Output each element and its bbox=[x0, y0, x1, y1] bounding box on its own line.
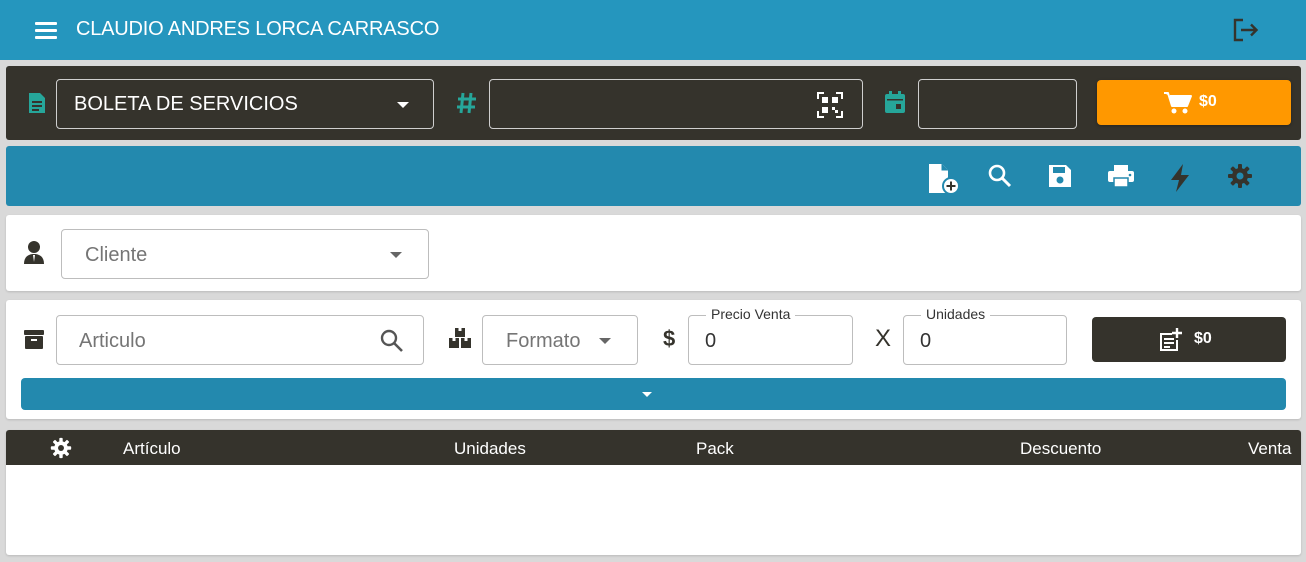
new-document-button[interactable] bbox=[922, 160, 960, 195]
search-button[interactable] bbox=[983, 160, 1019, 194]
chevron-down-icon bbox=[599, 338, 611, 344]
units-label: Unidades bbox=[921, 306, 991, 322]
save-button[interactable] bbox=[1043, 160, 1079, 194]
items-table: Artículo Unidades Pack Descuento Venta bbox=[6, 430, 1301, 555]
document-type-value: BOLETA DE SERVICIOS bbox=[74, 93, 298, 115]
sale-price-field[interactable]: Precio Venta bbox=[688, 306, 853, 365]
hash-icon bbox=[456, 91, 478, 120]
client-placeholder: Cliente bbox=[85, 244, 148, 266]
chevron-down-icon bbox=[642, 392, 652, 397]
app-bar: CLAUDIO ANDRES LORCA CARRASCO bbox=[0, 0, 1306, 60]
document-icon bbox=[27, 91, 47, 120]
cart-total-button[interactable]: $0 bbox=[1097, 80, 1291, 125]
settings-icon bbox=[1228, 164, 1252, 188]
add-item-button[interactable]: $0 bbox=[1092, 317, 1286, 362]
format-placeholder: Formato bbox=[506, 330, 581, 352]
calendar-icon bbox=[884, 90, 906, 119]
boxes-icon bbox=[448, 327, 472, 354]
document-type-select[interactable]: BOLETA DE SERVICIOS bbox=[56, 79, 434, 129]
date-field[interactable] bbox=[918, 79, 1077, 129]
action-toolbar bbox=[6, 146, 1301, 206]
document-header-bar: BOLETA DE SERVICIOS $0 bbox=[6, 66, 1301, 140]
column-header-unidades[interactable]: Unidades bbox=[454, 439, 526, 459]
column-header-articulo[interactable]: Artículo bbox=[123, 439, 181, 459]
quick-action-button[interactable] bbox=[1163, 160, 1199, 194]
date-input[interactable] bbox=[931, 92, 1061, 116]
currency-symbol: $ bbox=[663, 326, 676, 351]
table-body bbox=[6, 465, 1301, 555]
client-person-icon bbox=[23, 240, 45, 269]
cart-icon bbox=[1164, 92, 1192, 114]
article-input[interactable] bbox=[79, 328, 369, 354]
add-note-icon bbox=[1160, 328, 1182, 351]
print-icon bbox=[1108, 165, 1134, 188]
column-header-pack[interactable]: Pack bbox=[696, 439, 734, 459]
sale-price-label: Precio Venta bbox=[706, 306, 796, 322]
print-button[interactable] bbox=[1103, 160, 1139, 194]
user-name: CLAUDIO ANDRES LORCA CARRASCO bbox=[76, 18, 440, 40]
box-icon bbox=[23, 328, 45, 355]
cart-total: $0 bbox=[1199, 93, 1217, 110]
settings-button[interactable] bbox=[1223, 160, 1259, 194]
format-select[interactable]: Formato bbox=[482, 315, 638, 365]
article-search-field[interactable] bbox=[56, 315, 424, 365]
qr-code-icon[interactable] bbox=[817, 92, 843, 118]
chevron-down-icon bbox=[390, 252, 402, 258]
sale-price-input[interactable] bbox=[705, 328, 825, 354]
new-document-icon bbox=[929, 164, 960, 195]
folio-field[interactable] bbox=[489, 79, 863, 129]
column-header-venta[interactable]: Venta bbox=[1248, 439, 1292, 459]
search-icon[interactable] bbox=[379, 328, 405, 359]
folio-input[interactable] bbox=[502, 92, 802, 116]
search-icon bbox=[988, 164, 1012, 188]
table-header: Artículo Unidades Pack Descuento Venta bbox=[6, 430, 1301, 465]
hamburger-menu-icon[interactable] bbox=[33, 20, 59, 40]
column-header-descuento[interactable]: Descuento bbox=[1020, 439, 1101, 459]
chevron-down-icon bbox=[397, 102, 409, 108]
times-symbol: X bbox=[875, 325, 892, 352]
units-input[interactable] bbox=[920, 328, 1040, 354]
units-field[interactable]: Unidades bbox=[903, 306, 1067, 365]
column-settings-icon[interactable] bbox=[50, 437, 72, 464]
save-icon bbox=[1049, 165, 1071, 187]
flash-icon bbox=[1171, 164, 1189, 192]
client-card: Cliente bbox=[6, 215, 1301, 291]
expand-more-options-button[interactable] bbox=[21, 378, 1286, 410]
logout-icon[interactable] bbox=[1231, 16, 1261, 44]
item-entry-card: Formato $ Precio Venta X Unidades $0 bbox=[6, 300, 1301, 419]
add-item-total: $0 bbox=[1194, 330, 1212, 347]
client-select[interactable]: Cliente bbox=[61, 229, 429, 279]
